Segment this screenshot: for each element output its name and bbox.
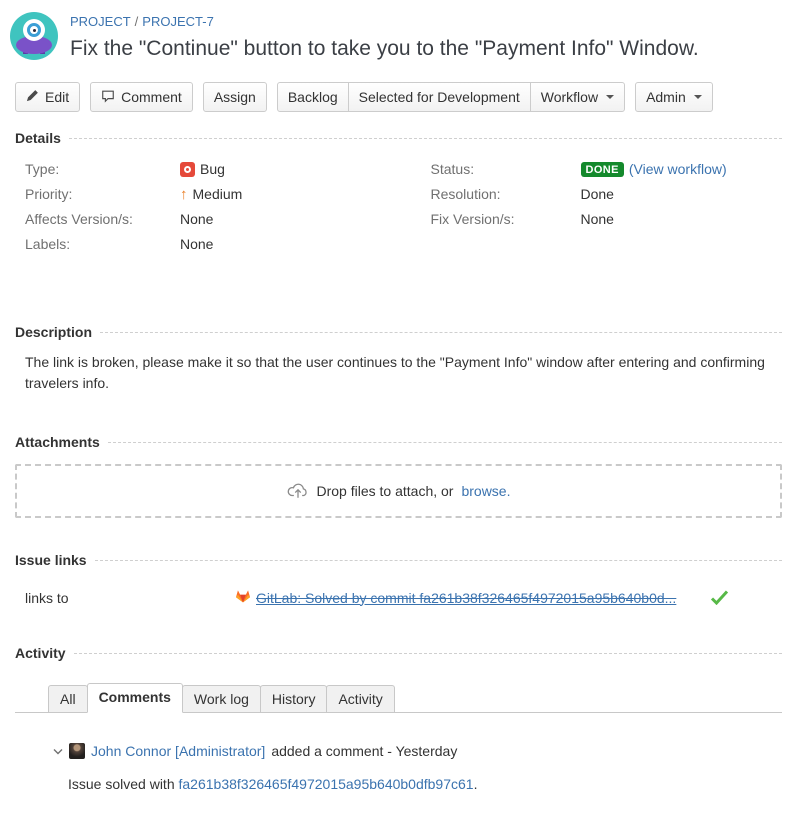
details-section: Details Type: Bug Priority: ↑ Medium Aff…	[15, 130, 782, 260]
labels-value: None	[180, 236, 213, 252]
edit-button[interactable]: Edit	[15, 82, 80, 112]
user-avatar	[69, 743, 85, 759]
link-relation-label: links to	[25, 590, 235, 606]
admin-button-label: Admin	[646, 89, 686, 105]
workflow-dropdown-button[interactable]: Workflow	[530, 82, 625, 112]
affects-version-label: Affects Version/s:	[25, 211, 180, 227]
bug-icon	[180, 162, 195, 177]
tab-all[interactable]: All	[48, 685, 88, 712]
selected-for-development-button[interactable]: Selected for Development	[348, 82, 531, 112]
avatar-decoration	[23, 19, 45, 41]
breadcrumb: PROJECT /PROJECT-7	[70, 14, 699, 30]
gitlab-commit-link[interactable]: GitLab: Solved by commit fa261b38f326465…	[256, 590, 676, 606]
upload-cloud-icon	[287, 481, 309, 502]
pencil-icon	[26, 89, 39, 105]
admin-dropdown-button[interactable]: Admin	[635, 82, 713, 112]
detail-row-fix-version: Fix Version/s: None	[431, 210, 783, 228]
type-value: Bug	[200, 161, 225, 177]
chevron-down-icon	[606, 95, 614, 99]
edit-button-label: Edit	[45, 89, 69, 105]
detail-row-priority: Priority: ↑ Medium	[25, 185, 399, 203]
attachments-heading: Attachments	[15, 434, 100, 450]
comment-header: John Connor [Administrator] added a comm…	[53, 743, 782, 759]
issue-header: PROJECT /PROJECT-7 Fix the "Continue" but…	[0, 0, 797, 62]
priority-value: Medium	[193, 186, 243, 202]
activity-heading: Activity	[15, 645, 66, 661]
dropzone-text: Drop files to attach, or	[317, 483, 454, 499]
description-text: The link is broken, please make it so th…	[25, 352, 782, 394]
activity-section: Activity All Comments Work log History A…	[15, 645, 782, 794]
section-rule	[95, 560, 782, 561]
priority-label: Priority:	[25, 186, 180, 202]
workflow-button-label: Workflow	[541, 89, 598, 105]
comment-author-link[interactable]: John Connor [Administrator]	[91, 743, 265, 759]
comment-text-suffix: .	[474, 776, 478, 792]
workflow-button-group: Backlog Selected for Development Workflo…	[277, 82, 625, 112]
page-title: Fix the "Continue" button to take you to…	[70, 36, 699, 62]
breadcrumb-issue-link[interactable]: PROJECT-7	[142, 14, 214, 29]
activity-tab-bar: All Comments Work log History Activity	[15, 683, 782, 713]
commit-hash-link[interactable]: fa261b38f326465f4972015a95b640b0dfb97c61	[179, 776, 474, 792]
breadcrumb-separator: /	[135, 14, 139, 29]
comment-body: Issue solved with fa261b38f326465f497201…	[68, 774, 782, 794]
section-rule	[108, 442, 782, 443]
detail-row-status: Status: DONE (View workflow)	[431, 160, 783, 178]
backlog-button-label: Backlog	[288, 89, 338, 105]
tab-work-log[interactable]: Work log	[182, 685, 261, 712]
breadcrumb-project-link[interactable]: PROJECT	[70, 14, 131, 29]
chevron-down-icon	[694, 95, 702, 99]
detail-row-resolution: Resolution: Done	[431, 185, 783, 203]
issue-links-section: Issue links links to GitLab: Solved by c…	[15, 552, 782, 607]
section-rule	[69, 138, 782, 139]
issue-links-heading: Issue links	[15, 552, 87, 568]
browse-link[interactable]: browse.	[461, 483, 510, 499]
assign-button[interactable]: Assign	[203, 82, 267, 112]
affects-version-value: None	[180, 211, 213, 227]
comment-bubble-icon	[101, 89, 115, 106]
comment-text: Issue solved with	[68, 776, 175, 792]
view-workflow-link[interactable]: (View workflow)	[629, 161, 727, 177]
resolution-value: Done	[581, 186, 614, 202]
labels-label: Labels:	[25, 236, 180, 252]
issue-toolbar: Edit Comment Assign Backlog Selected for…	[15, 82, 797, 112]
comment-button[interactable]: Comment	[90, 82, 193, 112]
detail-row-labels: Labels: None	[25, 235, 399, 253]
attachment-dropzone[interactable]: Drop files to attach, or browse.	[15, 464, 782, 518]
tab-comments[interactable]: Comments	[87, 683, 183, 713]
tab-history[interactable]: History	[260, 685, 328, 712]
issue-link-row: links to GitLab: Solved by commit fa261b…	[25, 588, 782, 607]
assign-button-label: Assign	[214, 89, 256, 105]
comment-meta: added a comment - Yesterday	[271, 743, 457, 759]
description-heading: Description	[15, 324, 92, 340]
status-label: Status:	[431, 161, 581, 177]
project-avatar	[10, 12, 58, 60]
section-rule	[74, 653, 782, 654]
type-label: Type:	[25, 161, 180, 177]
collapse-chevron-icon[interactable]	[53, 748, 63, 755]
status-badge: DONE	[581, 162, 624, 177]
attachments-section: Attachments Drop files to attach, or bro…	[15, 434, 782, 518]
section-rule	[100, 332, 782, 333]
resolution-label: Resolution:	[431, 186, 581, 202]
fix-version-value: None	[581, 211, 614, 227]
fix-version-label: Fix Version/s:	[431, 211, 581, 227]
description-section: Description The link is broken, please m…	[15, 324, 782, 394]
detail-row-type: Type: Bug	[25, 160, 399, 178]
priority-medium-icon: ↑	[180, 187, 188, 202]
tab-activity[interactable]: Activity	[326, 685, 394, 712]
green-check-icon	[710, 590, 729, 605]
backlog-button[interactable]: Backlog	[277, 82, 349, 112]
selected-for-development-label: Selected for Development	[359, 89, 520, 105]
comment-button-label: Comment	[121, 89, 182, 105]
gitlab-icon	[235, 588, 251, 607]
detail-row-affects-version: Affects Version/s: None	[25, 210, 399, 228]
details-heading: Details	[15, 130, 61, 146]
